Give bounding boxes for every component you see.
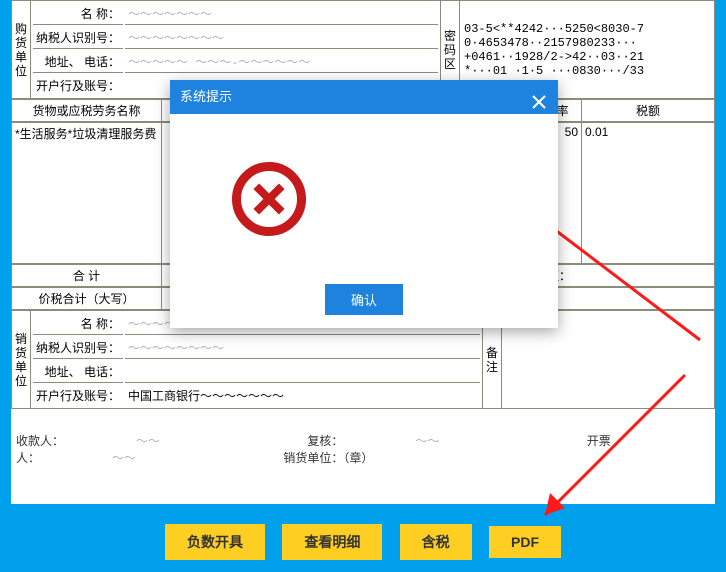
total-label: 合 计: [12, 265, 162, 287]
drawer-v: ～～: [112, 452, 136, 466]
col-tax: 税额: [582, 100, 715, 122]
buyer-tax-v: ～～～～～～～～: [125, 27, 438, 49]
buyer-side-label: 购货单位: [12, 1, 31, 99]
buyer-name-v: ～～～～～～～: [125, 3, 438, 25]
buyer-addr-k: 地址、 电话：: [33, 51, 123, 73]
modal-close-button[interactable]: [530, 88, 548, 106]
amount-cn-label: 价税合计（大写）: [12, 288, 162, 310]
system-alert-modal: 系统提示 确认: [170, 80, 558, 328]
seller-tax-v: ～～～～～～～～: [125, 337, 480, 359]
modal-ok-button[interactable]: 确认: [325, 284, 403, 315]
seller-tax-k: 纳税人识别号：: [33, 337, 123, 359]
seller-unit: 销货单位：（章）: [283, 451, 373, 465]
cipher-line-3: +0461··1928/2->42··03··21: [464, 50, 710, 64]
close-icon: [532, 95, 546, 109]
neg-issue-button[interactable]: 负数开具: [165, 524, 265, 560]
seller-addr-v: [125, 361, 480, 383]
payee-v: ～～: [136, 435, 160, 449]
col-name: 货物或应税劳务名称: [12, 100, 162, 122]
tax-sum-label: 税额：: [532, 265, 715, 287]
tax-button[interactable]: 含税: [400, 524, 472, 560]
footer-line: 收款人：～～ 复核：～～ 开票人：～～ 销货单位：（章）: [16, 432, 706, 466]
cipher-line-4: *···01 ·1·5 ···0830···/33: [464, 64, 710, 78]
seller-bank-v: 中国工商银行～～～～～～～: [125, 385, 480, 406]
seller-bank-k: 开户行及账号：: [33, 385, 123, 406]
buyer-name-k: 名 称：: [33, 3, 123, 25]
buyer-addr-v: ～～～～～ ～～～-～～～～～～: [125, 51, 438, 73]
payee-k: 收款人：: [16, 434, 64, 448]
cipher-line-2: 0·4653478··2157980233···: [464, 36, 710, 50]
view-detail-button[interactable]: 查看明细: [282, 524, 382, 560]
buyer-bank-k: 开户行及账号：: [33, 75, 123, 96]
cipher-line-1: 03-5<**4242···5250<8030-7: [464, 22, 710, 36]
seller-side-label: 销货单位: [12, 311, 31, 409]
action-bar: 负数开具 查看明细 含税 PDF: [0, 524, 726, 560]
amount-lower-suffix: 写）：: [532, 288, 715, 310]
seller-addr-k: 地址、 电话：: [33, 361, 123, 383]
item-tax: 0.01: [582, 123, 715, 264]
review-k: 复核：: [307, 434, 343, 448]
error-icon: [232, 162, 306, 236]
modal-title-text: 系统提示: [180, 80, 232, 114]
seller-name-k: 名 称：: [33, 313, 123, 335]
pdf-button[interactable]: PDF: [489, 526, 561, 558]
item-name: *生活服务*垃圾清理服务费: [12, 123, 162, 264]
buyer-tax-k: 纳税人识别号：: [33, 27, 123, 49]
review-v: ～～: [415, 435, 439, 449]
